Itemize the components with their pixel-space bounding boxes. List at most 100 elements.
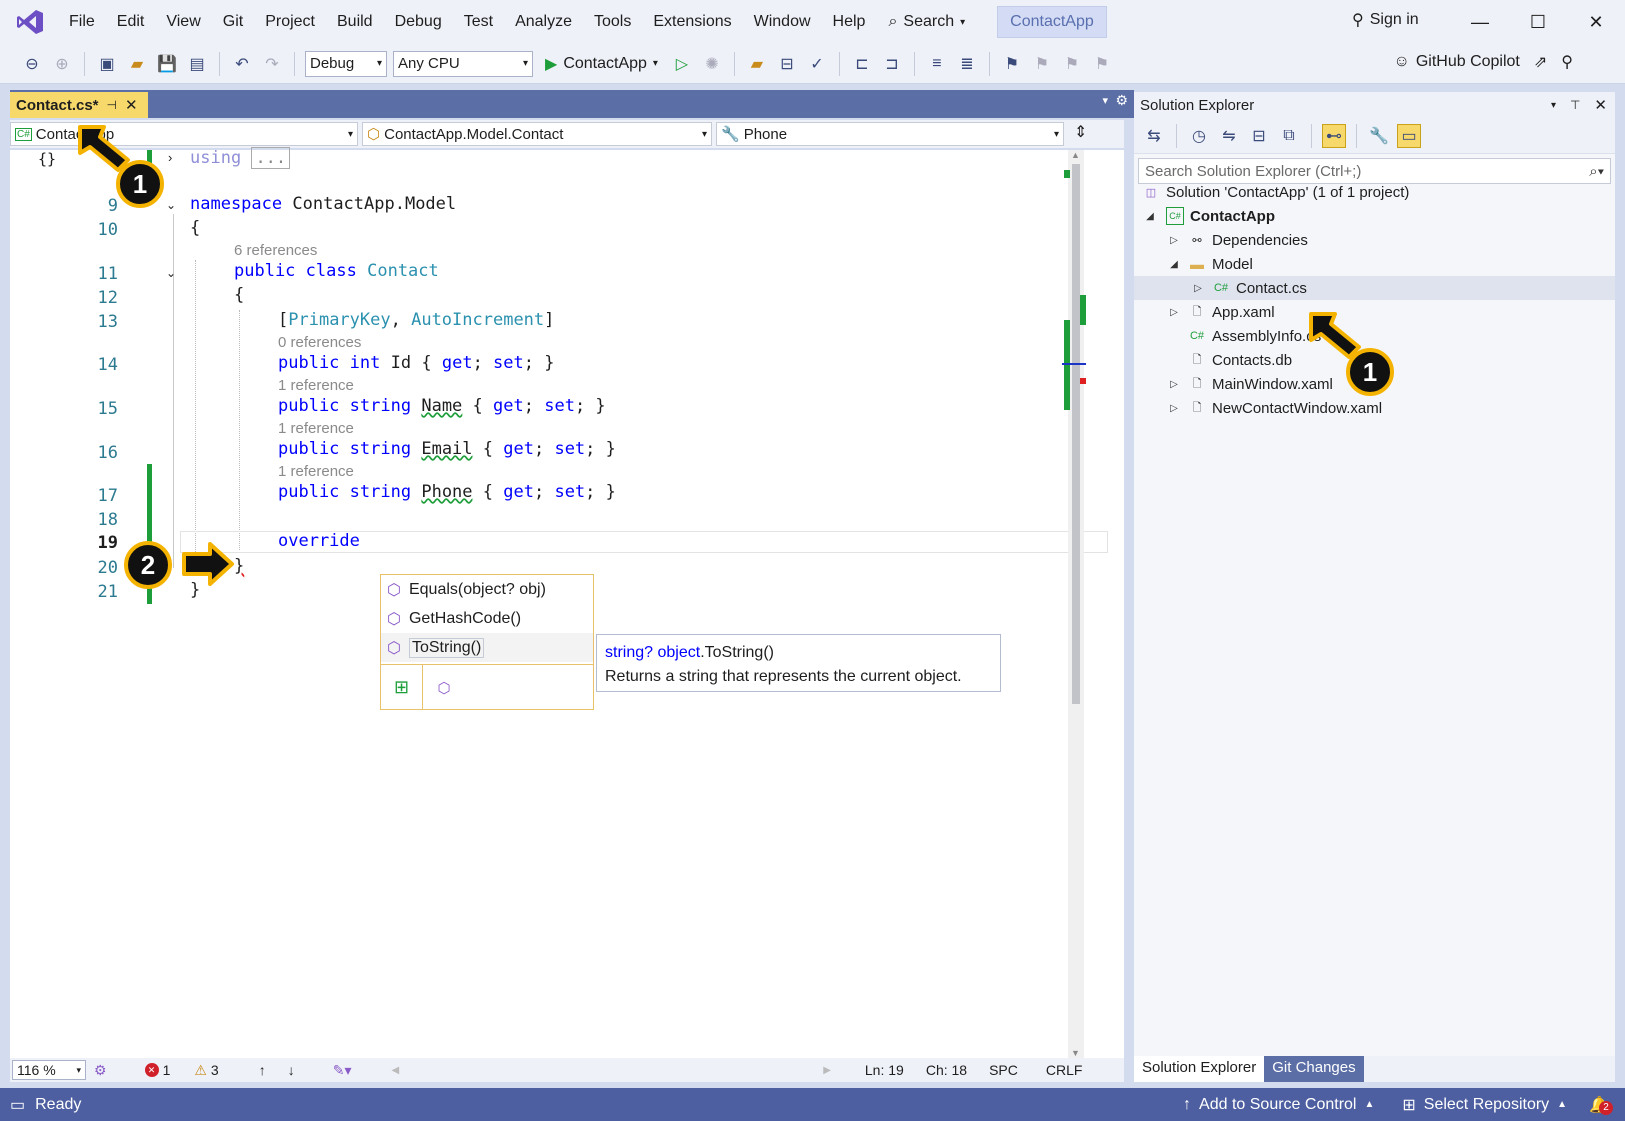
completion-item-gethashcode[interactable]: ⬡ GetHashCode() bbox=[381, 604, 593, 633]
gear-icon[interactable]: ⚙ bbox=[1115, 92, 1128, 109]
menu-edit[interactable]: Edit bbox=[106, 0, 156, 44]
menu-build[interactable]: Build bbox=[326, 0, 384, 44]
tree-item-model-folder[interactable]: ◢ ▬ Model bbox=[1134, 252, 1615, 276]
collapsed-icon[interactable]: ▷ bbox=[1166, 235, 1182, 246]
collapse-toggle-icon[interactable]: › bbox=[168, 150, 172, 165]
collapse-toggle-icon[interactable]: ⌄ bbox=[166, 198, 176, 212]
tree-item-project[interactable]: ◢ C# ContactApp bbox=[1134, 204, 1615, 228]
preview-selected-icon[interactable]: ▭ bbox=[1397, 123, 1421, 148]
close-icon[interactable]: ✕ bbox=[1567, 12, 1625, 33]
github-copilot-button[interactable]: ☺ GitHub Copilot ⇗ ⚲ bbox=[1393, 52, 1573, 72]
collapsed-region[interactable]: ... bbox=[251, 147, 291, 169]
show-all-files-icon[interactable]: ⧉ bbox=[1277, 124, 1301, 148]
close-icon[interactable]: ✕ bbox=[125, 96, 138, 114]
menu-analyze[interactable]: Analyze bbox=[504, 0, 583, 44]
start-debugging-button[interactable]: ▶ ContactApp ▾ bbox=[539, 54, 664, 74]
add-to-source-control-button[interactable]: ↑ Add to Source Control ▲ bbox=[1183, 1096, 1374, 1114]
preview-icon[interactable]: ⊷ bbox=[1322, 123, 1346, 148]
collapsed-icon[interactable]: ▷ bbox=[1166, 403, 1182, 414]
collapse-all-icon[interactable]: ⊟ bbox=[1247, 124, 1271, 148]
codelens-references[interactable]: 6 references bbox=[234, 242, 317, 259]
indent-icon[interactable]: ≡ bbox=[925, 52, 949, 76]
select-repository-button[interactable]: ⊞ Select Repository ▲ bbox=[1402, 1095, 1567, 1115]
history-icon[interactable]: ◷ bbox=[1187, 124, 1211, 148]
next-bookmark-icon[interactable]: ⚑ bbox=[1060, 52, 1084, 76]
close-icon[interactable]: ✕ bbox=[1594, 96, 1607, 114]
collapsed-icon[interactable]: ▷ bbox=[1166, 307, 1182, 318]
save-icon[interactable]: 💾 bbox=[155, 52, 179, 76]
bookmark-icon[interactable]: ⚑ bbox=[1000, 52, 1024, 76]
tab-git-changes[interactable]: Git Changes bbox=[1264, 1056, 1364, 1082]
code-cleanup-icon[interactable]: ✎▾ bbox=[333, 1062, 352, 1079]
codelens-references[interactable]: 1 reference bbox=[278, 420, 354, 437]
warning-count[interactable]: 3 bbox=[211, 1062, 219, 1078]
menu-tools[interactable]: Tools bbox=[583, 0, 642, 44]
scroll-left-icon[interactable]: ◀ bbox=[391, 1065, 399, 1076]
maximize-icon[interactable]: ☐ bbox=[1509, 12, 1567, 33]
menu-extensions[interactable]: Extensions bbox=[642, 0, 742, 44]
tree-item-solution[interactable]: ◫ Solution 'ContactApp' (1 of 1 project) bbox=[1134, 180, 1615, 204]
horizontal-scrollbar[interactable] bbox=[403, 1066, 823, 1074]
sync-icon[interactable]: ⇋ bbox=[1217, 124, 1241, 148]
intellicode-icon[interactable]: ⚙ bbox=[94, 1062, 107, 1079]
start-without-debugging-icon[interactable]: ▷ bbox=[670, 52, 694, 76]
pin-icon[interactable]: ⊣ bbox=[107, 98, 117, 112]
folder-icon[interactable]: ▰ bbox=[745, 52, 769, 76]
back-icon[interactable]: ⊖ bbox=[20, 52, 44, 76]
codelens-references[interactable]: 0 references bbox=[278, 334, 361, 351]
notifications-button[interactable]: 🔔 2 bbox=[1589, 1095, 1614, 1115]
tab-list-dropdown-icon[interactable]: ▾ bbox=[1102, 94, 1108, 107]
minimize-icon[interactable]: — bbox=[1451, 12, 1509, 33]
scroll-up-icon[interactable]: ▲ bbox=[1071, 150, 1080, 160]
error-icon[interactable]: ✕ bbox=[144, 1063, 159, 1077]
new-project-icon[interactable]: ▣ bbox=[95, 52, 119, 76]
clear-bookmarks-icon[interactable]: ⚑ bbox=[1090, 52, 1114, 76]
project-dropdown[interactable]: C# ContactApp ▾ bbox=[10, 122, 358, 146]
share-icon[interactable]: ⇗ bbox=[1534, 52, 1547, 72]
whitespace-indicator[interactable]: SPC bbox=[989, 1062, 1018, 1078]
output-icon[interactable]: ▭ bbox=[10, 1095, 25, 1115]
search-menu[interactable]: ⌕ Search ▾ bbox=[876, 13, 977, 31]
comment-icon[interactable]: ⊏ bbox=[850, 52, 874, 76]
zoom-dropdown[interactable]: 116 % ▾ bbox=[12, 1060, 86, 1080]
visual-studio-logo-icon[interactable] bbox=[14, 6, 46, 38]
tree-item-newcontactwindow[interactable]: ▷ 🗋 NewContactWindow.xaml bbox=[1134, 396, 1615, 420]
feedback-icon[interactable]: ⚲ bbox=[1561, 52, 1573, 72]
properties-wrench-icon[interactable]: 🔧 bbox=[1367, 124, 1391, 148]
save-all-icon[interactable]: ▤ bbox=[185, 52, 209, 76]
completion-item-tostring[interactable]: ⬡ ToString() bbox=[381, 633, 593, 662]
window-layout-icon[interactable]: ⊟ bbox=[775, 52, 799, 76]
expand-snippet-icon[interactable]: ⊞ bbox=[381, 665, 423, 710]
platform-dropdown[interactable]: Any CPU ▾ bbox=[393, 50, 533, 77]
line-indicator[interactable]: Ln: 19 bbox=[865, 1062, 904, 1078]
switch-views-icon[interactable]: ⇆ bbox=[1142, 124, 1166, 148]
vertical-scrollbar[interactable]: ▲ ▼ bbox=[1068, 150, 1084, 1058]
scroll-down-icon[interactable]: ▼ bbox=[1071, 1048, 1080, 1058]
tree-item-dependencies[interactable]: ▷ ⚯ Dependencies bbox=[1134, 228, 1615, 252]
sign-in-button[interactable]: ⚲ Sign in bbox=[1352, 10, 1419, 30]
hot-reload-icon[interactable]: ✺ bbox=[700, 52, 724, 76]
expanded-icon[interactable]: ◢ bbox=[1166, 259, 1182, 270]
expanded-icon[interactable]: ◢ bbox=[1142, 211, 1158, 222]
codelens-references[interactable]: 1 reference bbox=[278, 377, 354, 394]
completion-item-equals[interactable]: ⬡ Equals(object? obj) bbox=[381, 575, 593, 604]
menu-help[interactable]: Help bbox=[822, 0, 877, 44]
codelens-references[interactable]: 1 reference bbox=[278, 463, 354, 480]
menu-git[interactable]: Git bbox=[212, 0, 254, 44]
warning-icon[interactable]: ⚠ bbox=[194, 1062, 207, 1079]
forward-icon[interactable]: ⊕ bbox=[50, 52, 74, 76]
configuration-dropdown[interactable]: Debug ▾ bbox=[305, 50, 387, 77]
collapsed-icon[interactable]: ▷ bbox=[1190, 283, 1206, 294]
method-filter-icon[interactable]: ⬡ bbox=[423, 665, 465, 710]
type-dropdown[interactable]: ⬡ ContactApp.Model.Contact ▾ bbox=[362, 122, 712, 146]
undo-icon[interactable]: ↶ bbox=[230, 52, 254, 76]
tab-contact-cs[interactable]: Contact.cs* ⊣ ✕ bbox=[10, 92, 148, 118]
collapsed-icon[interactable]: ▷ bbox=[1166, 379, 1182, 390]
member-dropdown[interactable]: 🔧 Phone ▾ bbox=[716, 122, 1064, 146]
tree-item-contact-cs[interactable]: ▷ C# Contact.cs bbox=[1134, 276, 1615, 300]
scroll-thumb[interactable] bbox=[1072, 164, 1080, 704]
uncomment-icon[interactable]: ⊐ bbox=[880, 52, 904, 76]
menu-view[interactable]: View bbox=[155, 0, 211, 44]
error-count[interactable]: 1 bbox=[163, 1062, 171, 1078]
collapse-toggle-icon[interactable]: ⌄ bbox=[166, 266, 176, 280]
